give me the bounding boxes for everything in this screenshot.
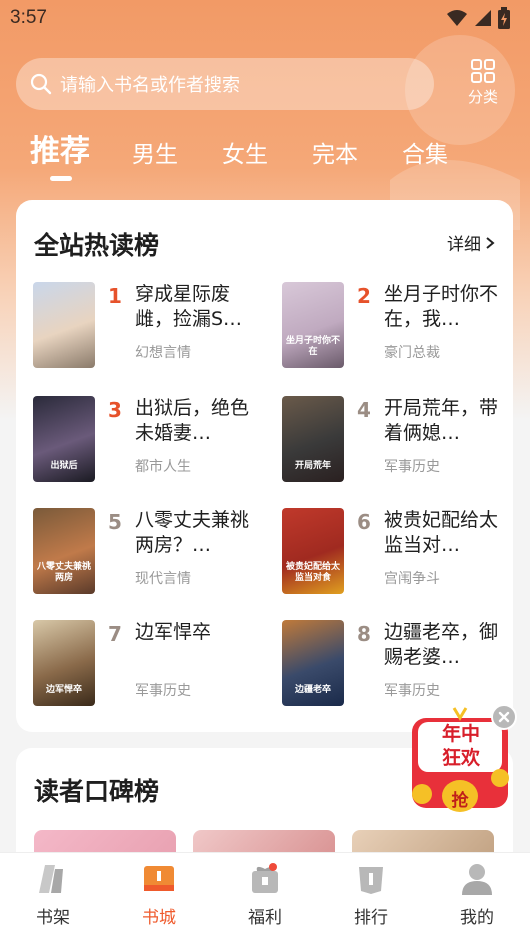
- nav-profile[interactable]: 我的: [437, 861, 517, 946]
- tab-female[interactable]: 女生: [222, 137, 268, 173]
- rank-number: 7: [108, 622, 122, 646]
- book-category: 军事历史: [384, 683, 440, 699]
- book-title: 被贵妃配给太监当对…: [384, 509, 499, 556]
- nav-label: 福利: [248, 908, 282, 928]
- profile-icon: [462, 864, 492, 895]
- search-icon: [30, 73, 52, 95]
- cover-title: 边军悍卒: [45, 685, 82, 695]
- book-cover: 出狱后: [33, 396, 95, 482]
- book-category: 军事历史: [384, 459, 440, 475]
- rank-number: 3: [108, 398, 122, 422]
- rank-number: 6: [357, 510, 371, 534]
- book-cover: 开局荒年: [282, 396, 344, 482]
- bottom-navigation: 书架 书城 福利 排行 我的: [0, 852, 530, 946]
- section-title: 读者口碑榜: [34, 777, 160, 806]
- nav-label: 书架: [36, 908, 70, 928]
- tab-label: 完本: [312, 142, 358, 168]
- book-item[interactable]: 八零丈夫兼祧两房 5 八零丈夫兼祧两房？… 现代言情: [33, 508, 273, 598]
- status-bar: 3:57: [0, 0, 530, 36]
- detail-label: 详细: [447, 235, 481, 255]
- tab-label: 女生: [222, 142, 268, 168]
- book-cover: 八零丈夫兼祧两房: [33, 508, 95, 594]
- notification-dot: [269, 863, 277, 871]
- signal-icon: [475, 10, 491, 26]
- rank-number: 5: [108, 510, 122, 534]
- book-cover: 被贵妃配给太监当对食: [282, 508, 344, 594]
- tab-completed[interactable]: 完本: [312, 137, 358, 173]
- tab-label: 合集: [402, 142, 448, 168]
- nav-welfare[interactable]: 福利: [225, 861, 305, 946]
- cover-title: 出狱后: [50, 461, 78, 471]
- nav-bookstore[interactable]: 书城: [119, 861, 199, 946]
- search-placeholder: 请输入书名或作者搜索: [60, 75, 240, 96]
- wifi-icon: [447, 10, 467, 26]
- book-category: 都市人生: [135, 459, 191, 475]
- category-button[interactable]: 分类: [458, 58, 508, 112]
- tab-bar: 推荐 男生 女生 完本 合集: [30, 134, 492, 182]
- book-cover: 边疆老卒: [282, 620, 344, 706]
- book-item[interactable]: 坐月子时你不在 2 坐月子时你不在，我… 豪门总裁: [282, 282, 522, 372]
- ranking-icon: [359, 867, 383, 894]
- cover-title: 坐月子时你不在: [285, 336, 340, 357]
- rank-number: 2: [357, 284, 371, 308]
- nav-bookshelf[interactable]: 书架: [13, 861, 93, 946]
- book-title: 坐月子时你不在，我…: [384, 283, 499, 330]
- book-category: 现代言情: [135, 571, 191, 587]
- book-item[interactable]: 被贵妃配给太监当对食 6 被贵妃配给太监当对… 宫闱争斗: [282, 508, 522, 598]
- rank-number: 4: [357, 398, 371, 422]
- rank-number: 8: [357, 622, 371, 646]
- book-category: 军事历史: [135, 683, 191, 699]
- hot-list-card: 全站热读榜 详细 1 穿成星际废雌，捡漏S… 幻想言情 坐月子时你不在 2 坐月子时你不在…: [16, 200, 513, 732]
- promo-line2: 狂欢: [441, 747, 480, 769]
- tab-male[interactable]: 男生: [132, 137, 178, 173]
- promo-coin-label: 抢: [451, 791, 469, 811]
- book-item[interactable]: 1 穿成星际废雌，捡漏S… 幻想言情: [33, 282, 273, 372]
- tab-label: 推荐: [30, 134, 90, 169]
- nav-label: 书城: [142, 908, 176, 928]
- tab-label: 男生: [132, 142, 178, 168]
- cover-title: 八零丈夫兼祧两房: [36, 562, 91, 583]
- book-item[interactable]: 开局荒年 4 开局荒年，带着俩媳… 军事历史: [282, 396, 522, 486]
- detail-link[interactable]: 详细: [447, 230, 495, 255]
- cover-title: 边疆老卒: [294, 685, 331, 695]
- book-cover: [33, 282, 95, 368]
- grid-icon: [471, 59, 495, 83]
- tab-recommend[interactable]: 推荐: [30, 134, 90, 181]
- cover-title: 开局荒年: [294, 461, 331, 471]
- book-title: 边军悍卒: [135, 621, 212, 643]
- book-title: 八零丈夫兼祧两房？…: [135, 509, 250, 556]
- nav-ranking[interactable]: 排行: [331, 861, 411, 946]
- book-category: 幻想言情: [135, 345, 191, 361]
- gift-icon: [252, 866, 278, 893]
- book-title: 穿成星际废雌，捡漏S…: [135, 283, 243, 330]
- book-title: 出狱后，绝色未婚妻…: [135, 397, 250, 444]
- bookstore-icon: [144, 866, 174, 891]
- book-cover: 坐月子时你不在: [282, 282, 344, 368]
- battery-icon: [498, 7, 510, 29]
- book-item[interactable]: 边军悍卒 7 边军悍卒 军事历史: [33, 620, 273, 710]
- close-icon: [498, 711, 510, 723]
- close-promo-button[interactable]: [491, 704, 517, 730]
- promo-line1: 年中: [441, 723, 480, 745]
- book-category: 宫闱争斗: [384, 571, 440, 587]
- section-title: 全站热读榜: [34, 231, 160, 260]
- tab-collection[interactable]: 合集: [402, 137, 448, 173]
- cover-title: 被贵妃配给太监当对食: [285, 562, 340, 583]
- search-input[interactable]: 请输入书名或作者搜索: [16, 58, 434, 110]
- book-title: 边疆老卒，御赐老婆…: [384, 621, 499, 668]
- book-title: 开局荒年，带着俩媳…: [384, 397, 499, 444]
- rank-number: 1: [108, 284, 122, 308]
- tab-indicator: [50, 176, 72, 181]
- nav-label: 排行: [354, 908, 388, 928]
- book-item[interactable]: 出狱后 3 出狱后，绝色未婚妻… 都市人生: [33, 396, 273, 486]
- book-category: 豪门总裁: [384, 345, 440, 361]
- bookshelf-icon: [39, 865, 63, 893]
- status-time: 3:57: [10, 7, 47, 28]
- chevron-right-icon: [486, 236, 495, 249]
- book-item[interactable]: 边疆老卒 8 边疆老卒，御赐老婆… 军事历史: [282, 620, 522, 710]
- book-cover: 边军悍卒: [33, 620, 95, 706]
- category-label: 分类: [467, 88, 498, 106]
- nav-label: 我的: [460, 908, 494, 928]
